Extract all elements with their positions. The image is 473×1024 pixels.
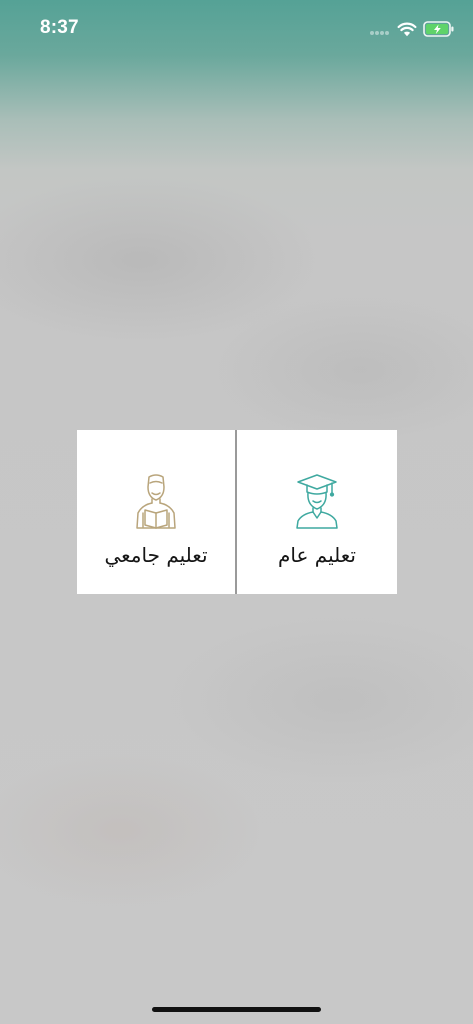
general-education-button[interactable]: تعليم عام (237, 430, 397, 594)
graduate-cap-icon (296, 474, 338, 529)
university-education-button[interactable]: تعليم جامعي (77, 430, 235, 594)
battery-charging-icon (423, 21, 454, 37)
status-time: 8:37 (40, 17, 79, 38)
status-bar: 8:37 (0, 0, 473, 58)
general-education-label: تعليم عام (278, 543, 356, 567)
cellular-signal-icon (370, 31, 392, 36)
wifi-icon (397, 22, 417, 37)
university-education-label: تعليم جامعي (104, 543, 208, 567)
student-reading-book-icon (136, 474, 176, 529)
home-indicator[interactable] (152, 1007, 321, 1012)
